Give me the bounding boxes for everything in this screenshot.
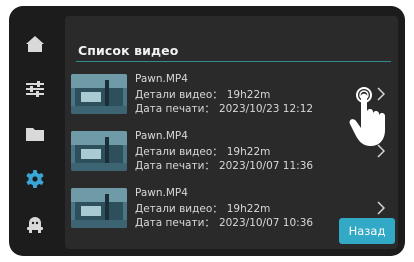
video-list-item[interactable]: Pawn.MP4 Детали видео： 19h22m Дата печати… <box>71 71 391 117</box>
video-name: Pawn.MP4 <box>135 187 188 199</box>
video-detail-label: Детали видео： <box>135 203 223 215</box>
video-thumbnail <box>71 131 127 171</box>
video-list-item[interactable]: Pawn.MP4 Детали видео： 19h22m Дата печати… <box>71 128 391 174</box>
sidebar-item-home[interactable] <box>9 24 61 64</box>
video-print-date: Дата печати： 2023/10/23 12:12 <box>135 101 313 116</box>
folder-icon <box>26 128 44 141</box>
sidebar-item-files[interactable] <box>9 114 61 154</box>
video-thumbnail <box>71 74 127 114</box>
video-name: Pawn.MP4 <box>135 73 188 85</box>
tap-hand-icon <box>349 87 385 146</box>
video-detail-label: Детали видео： <box>135 89 223 101</box>
robot-icon <box>27 217 43 233</box>
video-date-label: Дата печати： <box>135 217 215 229</box>
sliders-icon <box>26 81 44 97</box>
video-date-value: 2023/10/07 11:36 <box>218 160 314 172</box>
video-detail: Детали видео： 19h22m <box>135 87 270 102</box>
video-detail: Детали видео： 19h22m <box>135 201 270 216</box>
video-detail: Детали видео： 19h22m <box>135 144 270 159</box>
video-thumbnail <box>71 188 127 228</box>
home-icon <box>26 36 44 52</box>
video-name: Pawn.MP4 <box>135 130 188 142</box>
video-detail-value: 19h22m <box>226 146 271 158</box>
sidebar-item-controls[interactable] <box>9 69 61 109</box>
video-date-value: 2023/10/07 10:36 <box>218 217 314 229</box>
video-detail-value: 19h22m <box>226 203 271 215</box>
video-date-value: 2023/10/23 12:12 <box>218 103 314 115</box>
video-date-label: Дата печати： <box>135 103 215 115</box>
video-print-date: Дата печати： 2023/10/07 10:36 <box>135 215 313 230</box>
back-button[interactable]: Назад <box>339 218 395 244</box>
page-title: Список видео <box>78 43 179 58</box>
video-date-label: Дата печати： <box>135 160 215 172</box>
video-print-date: Дата печати： 2023/10/07 11:36 <box>135 158 313 173</box>
video-detail-label: Детали видео： <box>135 146 223 158</box>
chevron-right-icon <box>377 201 385 215</box>
video-detail-value: 19h22m <box>226 89 271 101</box>
sidebar-item-robot[interactable] <box>9 204 61 244</box>
sidebar <box>9 6 61 256</box>
title-divider <box>76 61 391 62</box>
printer-screen: Список видео Pawn.MP4 Детали видео： 19h22… <box>9 6 405 256</box>
gear-icon <box>26 170 44 188</box>
sidebar-item-settings[interactable] <box>9 159 61 199</box>
